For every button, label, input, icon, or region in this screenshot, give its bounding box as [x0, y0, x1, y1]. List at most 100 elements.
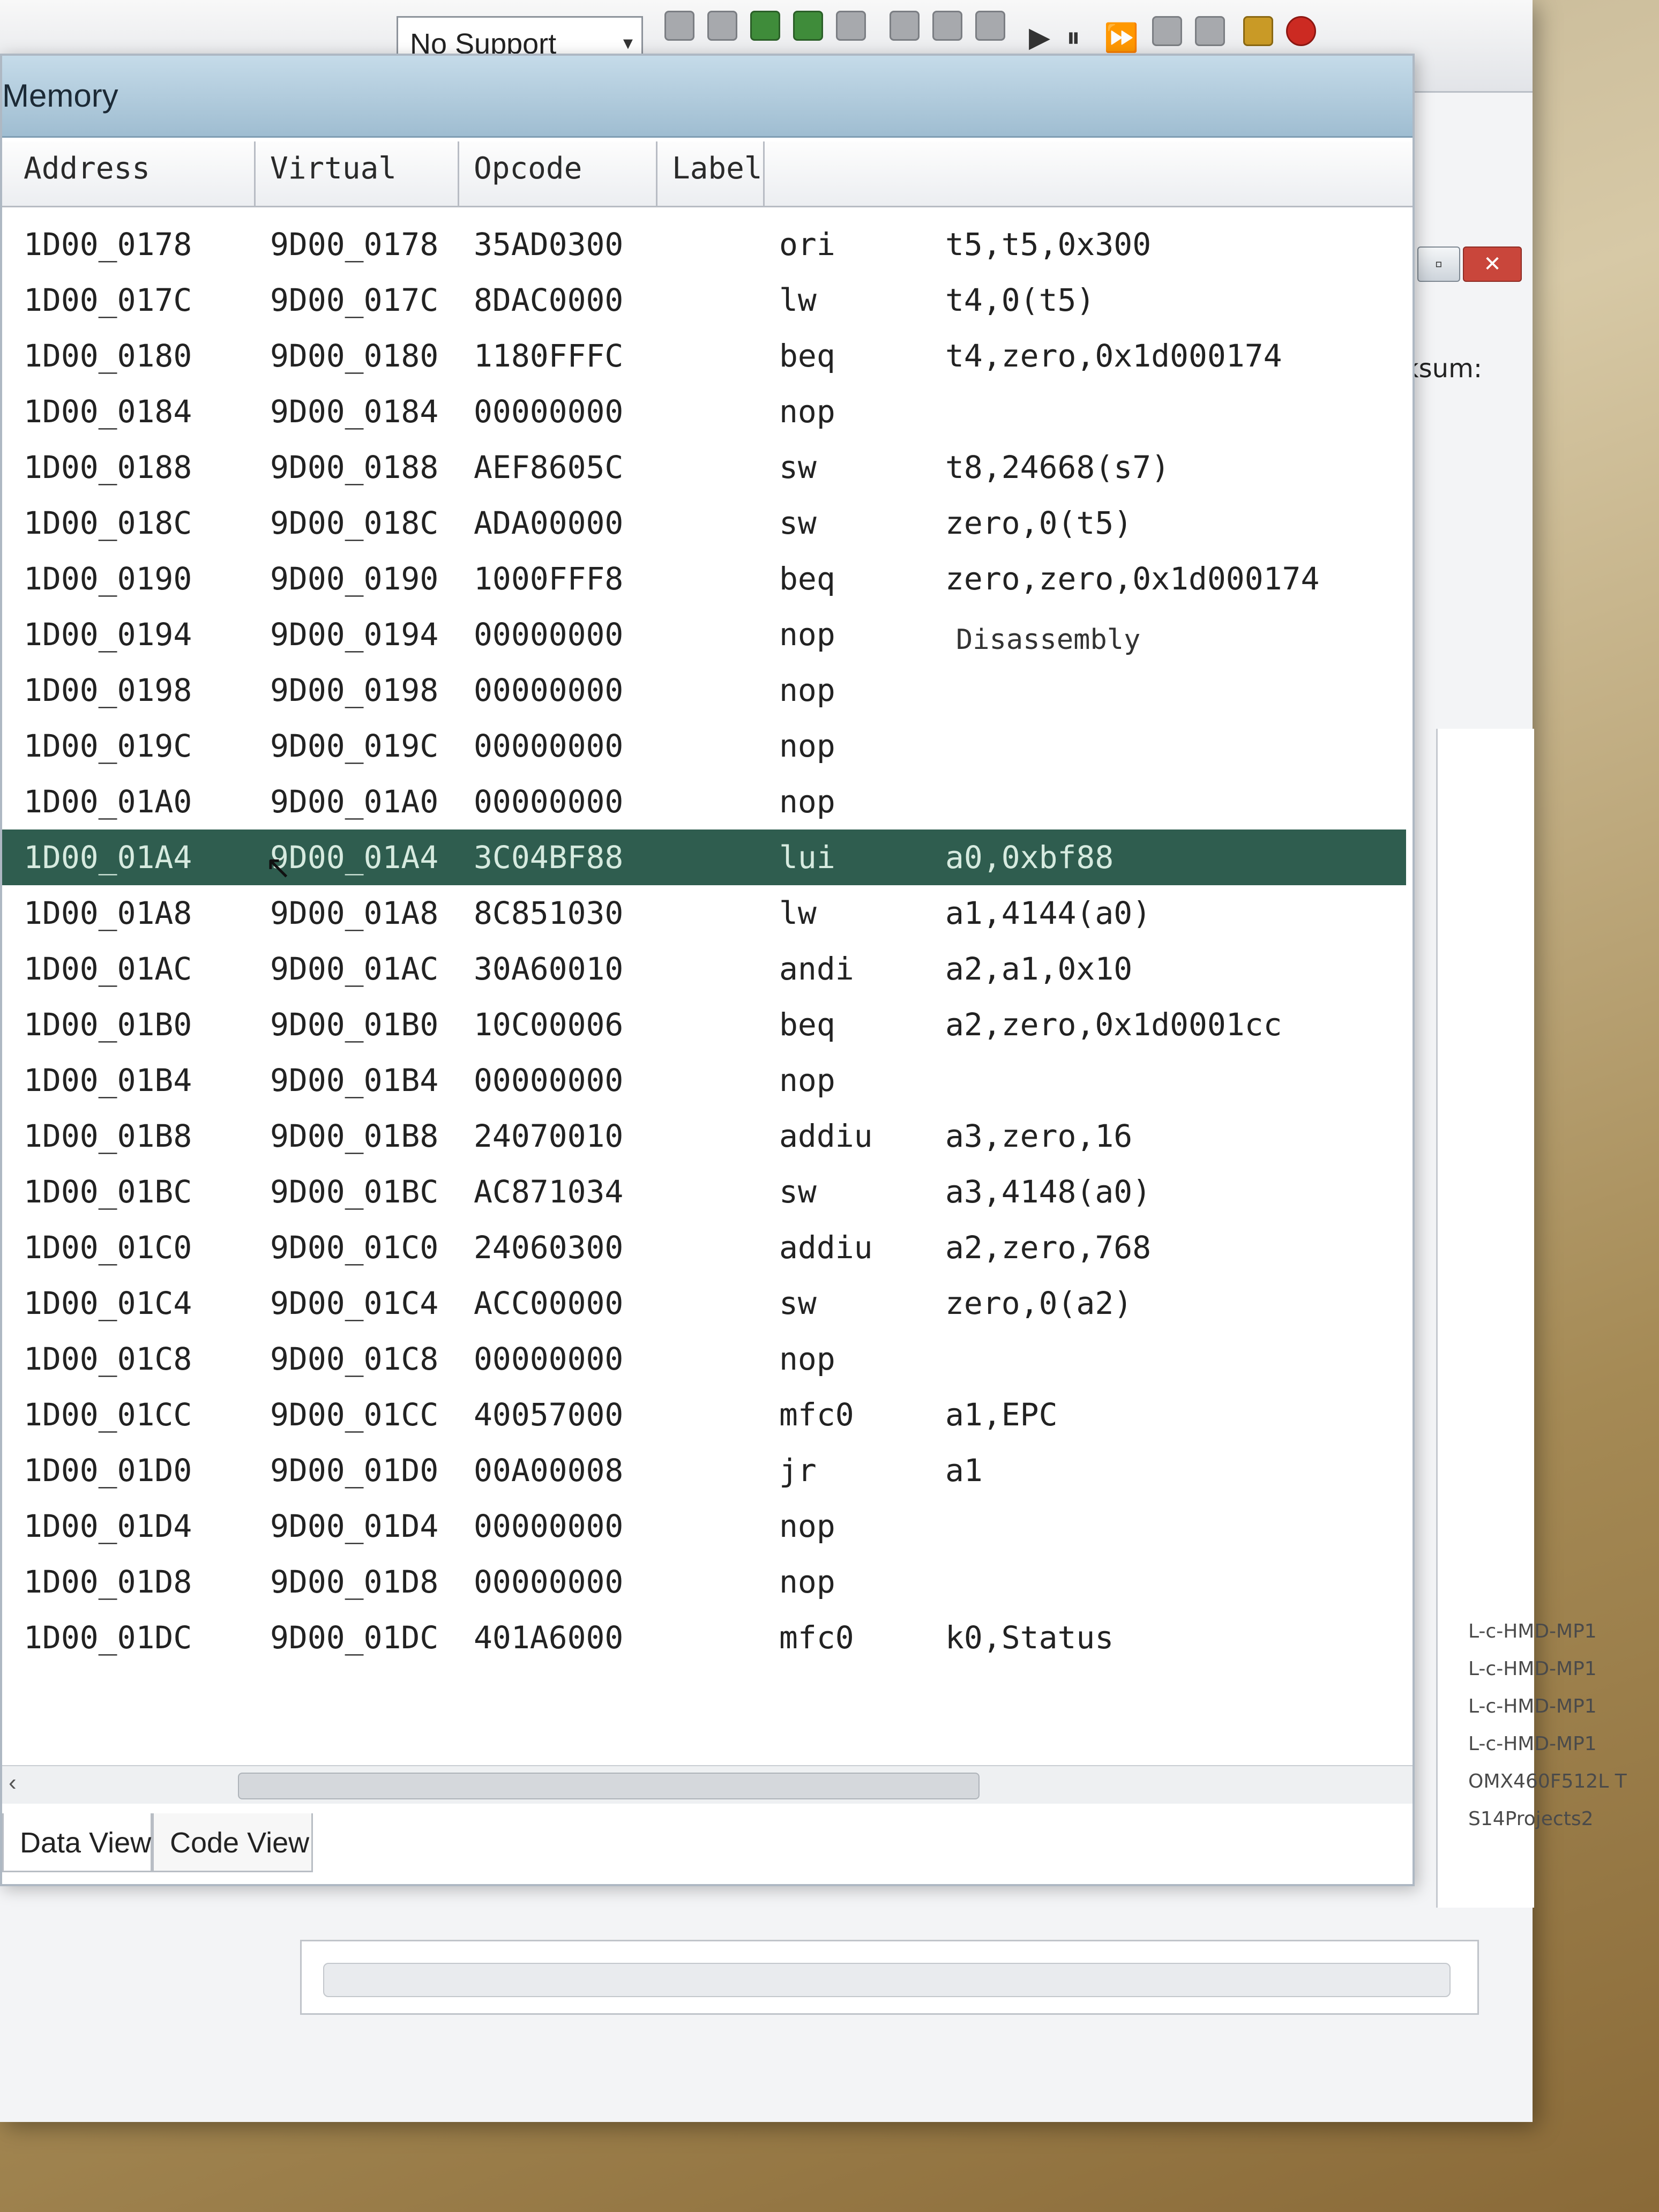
table-row[interactable]: 1D00_01AC 9D00_01AC 30A60010 andi a2,a1,0x10	[2, 941, 1406, 997]
save-icon[interactable]	[707, 11, 737, 41]
column-divider[interactable]	[656, 141, 657, 206]
address-cell: 1D00_01CC	[24, 1396, 192, 1433]
address-cell: 1D00_01C0	[24, 1229, 192, 1266]
pause-icon[interactable]: ⏸	[1066, 21, 1080, 54]
table-row[interactable]: 1D00_01B0 9D00_01B0 10C00006 beq a2,zero,0x1…	[2, 997, 1406, 1052]
mnemonic-cell: lw	[779, 282, 817, 318]
mnemonic-cell: ori	[779, 226, 835, 263]
operands-cell: k0,Status	[945, 1619, 1114, 1656]
address-cell: 1D00_0198	[24, 672, 192, 708]
column-divider[interactable]	[254, 141, 256, 206]
close-button[interactable]: ✕	[1463, 246, 1522, 282]
stop-icon[interactable]	[1286, 16, 1316, 46]
opcode-cell: 1180FFFC	[474, 338, 624, 374]
opcode-cell: 00A00008	[474, 1452, 624, 1489]
chevron-down-icon[interactable]: ▾	[623, 32, 633, 54]
table-row[interactable]: 1D00_01C8 9D00_01C8 00000000 nop	[2, 1331, 1406, 1387]
table-row[interactable]: 1D00_018C 9D00_018C ADA00000 sw zero,0(t5)	[2, 495, 1406, 551]
column-address[interactable]: Address	[24, 151, 150, 186]
operands-cell: a2,zero,0x1d0001cc	[945, 1006, 1282, 1043]
fast-forward-icon[interactable]: ⏩	[1104, 21, 1139, 54]
table-row[interactable]: 1D00_01DC 9D00_01DC 401A6000 mfc0 k0,Status	[2, 1610, 1406, 1665]
mnemonic-cell: andi	[779, 951, 854, 987]
table-row[interactable]: 1D00_01C0 9D00_01C0 24060300 addiu a2,zero,7…	[2, 1220, 1406, 1275]
program-device-icon[interactable]	[836, 11, 866, 41]
opcode-cell: 00000000	[474, 672, 624, 708]
tab-code-view[interactable]: Code View	[152, 1813, 313, 1872]
list-item[interactable]: OMX460F512L T	[1468, 1763, 1650, 1800]
column-label[interactable]: Label	[672, 151, 763, 186]
virtual-address-cell: 9D00_01D4	[270, 1508, 439, 1544]
virtual-address-cell: 9D00_01D8	[270, 1564, 439, 1600]
opcode-cell: ACC00000	[474, 1285, 624, 1321]
table-row[interactable]: 1D00_01A0 9D00_01A0 00000000 nop	[2, 774, 1406, 829]
table-row[interactable]: 1D00_01B8 9D00_01B8 24070010 addiu a3,zero,1…	[2, 1108, 1406, 1164]
clean-build-icon[interactable]	[793, 11, 823, 41]
output-scrollbar[interactable]	[323, 1963, 1451, 1997]
virtual-address-cell: 9D00_018C	[270, 505, 439, 541]
scrollbar-thumb[interactable]	[238, 1773, 980, 1799]
operands-cell: a1,EPC	[945, 1396, 1058, 1433]
column-divider[interactable]	[458, 141, 459, 206]
table-row[interactable]: 1D00_0194 9D00_0194 00000000 nop	[2, 607, 1406, 662]
opcode-cell: 3C04BF88	[474, 839, 624, 876]
table-row[interactable]: 1D00_0178 9D00_0178 35AD0300 ori t5,t5,0x300	[2, 216, 1406, 272]
erase-device-icon[interactable]	[932, 11, 962, 41]
build-icon[interactable]	[750, 11, 780, 41]
virtual-address-cell: 9D00_0178	[270, 226, 439, 263]
mnemonic-cell: nop	[779, 393, 835, 430]
memory-window-titlebar[interactable]: Memory	[2, 56, 1413, 138]
address-cell: 1D00_01C4	[24, 1285, 192, 1321]
breakpoint-icon[interactable]	[1243, 16, 1273, 46]
table-row[interactable]: 1D00_01D4 9D00_01D4 00000000 nop	[2, 1498, 1406, 1554]
table-row[interactable]: 1D00_017C 9D00_017C 8DAC0000 lw t4,0(t5)	[2, 272, 1406, 328]
open-project-icon[interactable]	[664, 11, 694, 41]
table-row[interactable]: 1D00_0190 9D00_0190 1000FFF8 beq zero,zero,0…	[2, 551, 1406, 607]
table-row[interactable]: 1D00_01CC 9D00_01CC 40057000 mfc0 a1,EPC	[2, 1387, 1406, 1443]
maximize-button[interactable]: ▫	[1417, 246, 1460, 282]
virtual-address-cell: 9D00_0190	[270, 561, 439, 597]
operands-cell: t5,t5,0x300	[945, 226, 1152, 263]
opcode-cell: AEF8605C	[474, 449, 624, 485]
list-item[interactable]: L-c-HMD-MP1	[1468, 1725, 1650, 1763]
virtual-address-cell: 9D00_01BC	[270, 1174, 439, 1210]
mnemonic-cell: beq	[779, 338, 835, 374]
table-row[interactable]: 1D00_01C4 9D00_01C4 ACC00000 sw zero,0(a2)	[2, 1275, 1406, 1331]
list-item[interactable]: L-c-HMD-MP1	[1468, 1650, 1650, 1688]
table-row[interactable]: 1D00_01A8 9D00_01A8 8C851030 lw a1,4144(a0)	[2, 885, 1406, 941]
mnemonic-cell: sw	[779, 1285, 817, 1321]
operands-cell: a2,zero,768	[945, 1229, 1152, 1266]
table-row-selected[interactable]: 1D00_01A4 9D00_01A4 3C04BF88 lui a0,0xbf88	[2, 829, 1406, 885]
table-row[interactable]: 1D00_0198 9D00_0198 00000000 nop	[2, 662, 1406, 718]
verify-icon[interactable]	[975, 11, 1005, 41]
table-row[interactable]: 1D00_01D0 9D00_01D0 00A00008 jr a1	[2, 1443, 1406, 1498]
mnemonic-cell: nop	[779, 1564, 835, 1600]
virtual-address-cell: 9D00_01AC	[270, 951, 439, 987]
column-divider[interactable]	[763, 141, 765, 206]
file-list: L-c-HMD-MP1 L-c-HMD-MP1 L-c-HMD-MP1 L-c-…	[1468, 1613, 1650, 1838]
memory-grid: 1D00_0178 9D00_0178 35AD0300 ori t5,t5,0x300…	[2, 216, 1413, 1760]
operands-cell: t8,24668(s7)	[945, 449, 1170, 485]
list-item[interactable]: L-c-HMD-MP1	[1468, 1613, 1650, 1650]
read-device-icon[interactable]	[890, 11, 920, 41]
step-into-icon[interactable]	[1152, 16, 1182, 46]
step-over-icon[interactable]	[1195, 16, 1225, 46]
table-row[interactable]: 1D00_01B4 9D00_01B4 00000000 nop	[2, 1052, 1406, 1108]
list-item[interactable]: L-c-HMD-MP1	[1468, 1688, 1650, 1725]
address-cell: 1D00_0180	[24, 338, 192, 374]
opcode-cell: 10C00006	[474, 1006, 624, 1043]
table-row[interactable]: 1D00_01D8 9D00_01D8 00000000 nop	[2, 1554, 1406, 1610]
table-row[interactable]: 1D00_0180 9D00_0180 1180FFFC beq t4,zero,0x1…	[2, 328, 1406, 384]
table-row[interactable]: 1D00_0184 9D00_0184 00000000 nop	[2, 384, 1406, 439]
tab-data-view[interactable]: Data View	[2, 1813, 152, 1872]
column-opcode[interactable]: Opcode	[474, 151, 582, 186]
table-row[interactable]: 1D00_01BC 9D00_01BC AC871034 sw a3,4148(a0)	[2, 1164, 1406, 1220]
scroll-left-icon[interactable]: ‹	[9, 1769, 17, 1796]
table-row[interactable]: 1D00_0188 9D00_0188 AEF8605C sw t8,24668(s7)	[2, 439, 1406, 495]
column-virtual[interactable]: Virtual	[270, 151, 397, 186]
horizontal-scrollbar[interactable]: ‹	[2, 1765, 1413, 1804]
run-icon[interactable]: ▶	[1029, 21, 1050, 54]
table-row[interactable]: 1D00_019C 9D00_019C 00000000 nop	[2, 718, 1406, 774]
list-item[interactable]: S14Projects2	[1468, 1800, 1650, 1838]
mnemonic-cell: mfc0	[779, 1396, 854, 1433]
